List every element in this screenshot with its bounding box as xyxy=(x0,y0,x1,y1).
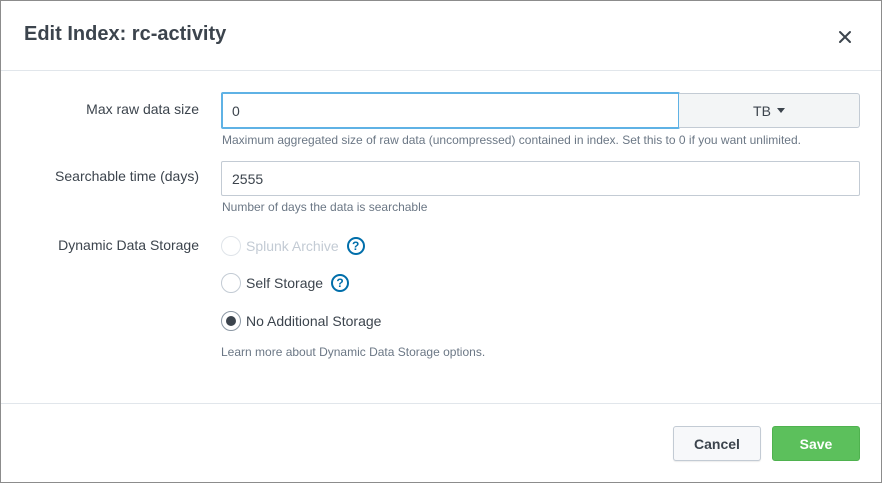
searchable-label: Searchable time (days) xyxy=(55,168,199,184)
radio-self-storage[interactable]: Self Storage ? xyxy=(221,272,350,294)
searchable-help: Number of days the data is searchable xyxy=(222,200,428,214)
learn-more-text: Learn more about Dynamic Data Storage op… xyxy=(221,345,486,359)
radio-label: Self Storage xyxy=(246,275,324,291)
dialog-title: Edit Index: rc-activity xyxy=(24,23,227,45)
searchable-input[interactable] xyxy=(221,161,860,196)
close-icon[interactable] xyxy=(833,25,857,49)
radio-splunk-archive: Splunk Archive ? xyxy=(221,235,365,257)
unit-label: TB xyxy=(753,102,771,119)
dialog-header: Edit Index: rc-activity xyxy=(1,1,881,71)
radio-label: No Additional Storage xyxy=(246,313,382,329)
save-button[interactable]: Save xyxy=(772,426,860,461)
help-question-icon[interactable]: ? xyxy=(331,274,350,292)
max-raw-input[interactable] xyxy=(221,92,680,129)
radio-circle xyxy=(221,273,241,293)
cancel-button[interactable]: Cancel xyxy=(673,426,761,461)
caret-down-icon xyxy=(776,108,785,113)
radio-circle-checked xyxy=(221,311,241,331)
radio-circle xyxy=(221,236,241,256)
max-raw-help: Maximum aggregated size of raw data (unc… xyxy=(222,133,801,147)
max-raw-label: Max raw data size xyxy=(86,101,199,117)
footer-divider xyxy=(1,403,881,404)
edit-index-dialog: Edit Index: rc-activity Max raw data siz… xyxy=(0,0,882,483)
radio-label: Splunk Archive xyxy=(246,238,339,254)
storage-label: Dynamic Data Storage xyxy=(58,237,199,253)
radio-no-additional-storage[interactable]: No Additional Storage xyxy=(221,310,381,332)
unit-dropdown[interactable]: TB xyxy=(679,93,860,128)
help-question-icon[interactable]: ? xyxy=(346,237,365,255)
